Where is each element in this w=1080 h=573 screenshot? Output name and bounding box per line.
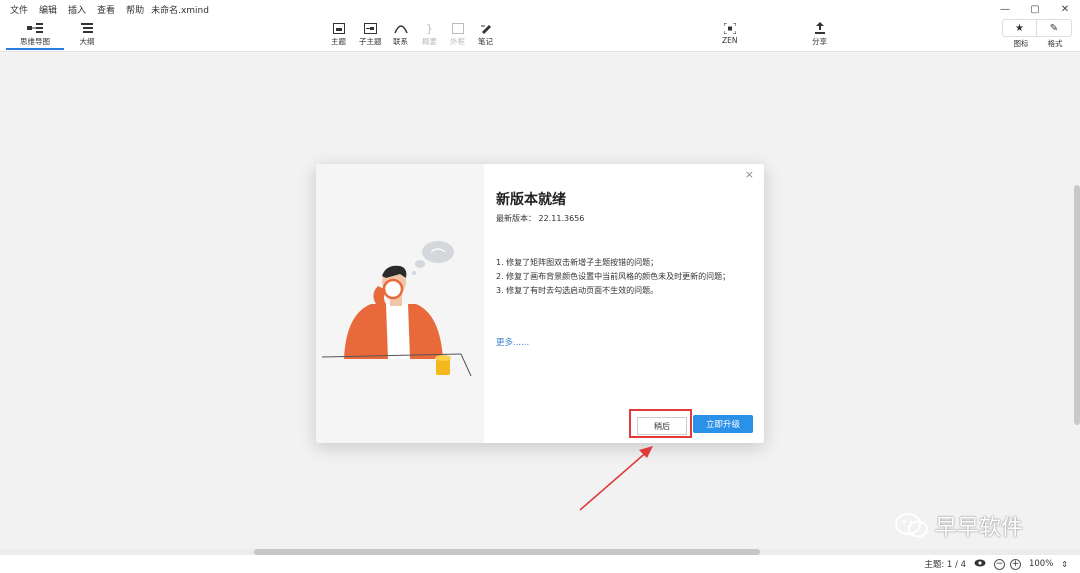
tab-mindmap[interactable]: 思维导图: [6, 20, 64, 50]
developer-illustration: [321, 241, 472, 377]
brush-icon: ✎: [1049, 22, 1059, 34]
menu-view[interactable]: 查看: [97, 3, 115, 16]
menu-insert[interactable]: 插入: [68, 3, 86, 16]
note-label: 笔记: [478, 37, 493, 46]
boundary-button[interactable]: 外框: [450, 20, 465, 47]
watermark-text: 早早软件: [935, 516, 1024, 541]
dialog-title: 新版本就绪: [496, 192, 566, 208]
zoom-level: 100%: [1028, 559, 1054, 569]
share-icon: [814, 20, 826, 36]
topic-button[interactable]: 主题: [331, 20, 346, 47]
mindmap-icon: [27, 20, 43, 36]
version-number: 22.11.3656: [538, 214, 585, 223]
topic-count: 主题: 1 / 4: [924, 560, 966, 570]
zen-label: ZEN: [722, 36, 738, 45]
title-bar: 文件 编辑 插入 查看 帮助 未命名.xmind — ▢ ✕: [0, 0, 1080, 18]
eye-icon: [974, 559, 986, 566]
share-button[interactable]: 分享: [812, 20, 827, 47]
update-dialog: × 新版本就绪 最新版本： 22.11.3656 1. 修复了矩阵图双击新增子主…: [316, 164, 764, 443]
visibility-toggle[interactable]: [974, 559, 986, 570]
subtopic-icon: [363, 20, 377, 36]
minimize-button[interactable]: —: [990, 0, 1020, 18]
version-line: 最新版本： 22.11.3656: [496, 213, 584, 224]
icons-panel-label: 图标: [1013, 39, 1029, 48]
format-panel-button[interactable]: ✎: [1037, 20, 1071, 36]
maximize-button[interactable]: ▢: [1020, 0, 1050, 18]
release-note-item: 2. 修复了画布背景颜色设置中当前风格的颜色未及时更新的问题；: [496, 272, 731, 281]
tab-outline-label: 大纲: [79, 37, 95, 46]
topic-label: 主题: [331, 37, 346, 46]
toolbar: 思维导图 大纲 主题 子主题 联系 } 概要 外框 笔记 ZEN 分享 ★ ✎ …: [0, 18, 1080, 52]
subtopic-button[interactable]: 子主题: [359, 20, 382, 47]
outline-icon: [81, 20, 93, 36]
menu-edit[interactable]: 编辑: [39, 3, 57, 16]
zoom-dropdown[interactable]: ⇕: [1061, 560, 1068, 569]
summary-icon: }: [426, 21, 433, 35]
menu-file[interactable]: 文件: [10, 3, 28, 16]
note-button[interactable]: 笔记: [478, 20, 493, 47]
icons-panel-button[interactable]: ★: [1003, 20, 1037, 36]
version-label: 最新版本：: [496, 214, 536, 223]
topic-icon: [332, 20, 345, 36]
menu-bar: 文件 编辑 插入 查看 帮助 未命名.xmind: [0, 3, 220, 16]
dialog-illustration-panel: [316, 164, 484, 443]
relationship-label: 联系: [393, 37, 408, 46]
share-label: 分享: [812, 37, 827, 46]
release-note-item: 3. 修复了有时去勾选启动页面不生效的问题。: [496, 286, 659, 295]
relationship-icon: [393, 20, 408, 36]
highlight-box: [629, 409, 692, 438]
annotation-arrow: [579, 446, 653, 511]
relationship-button[interactable]: 联系: [393, 20, 408, 47]
more-link[interactable]: 更多......: [496, 336, 529, 348]
menu-help[interactable]: 帮助: [126, 3, 144, 16]
boundary-icon: [451, 20, 464, 36]
dialog-close-button[interactable]: ×: [745, 168, 754, 181]
subtopic-label: 子主题: [359, 37, 382, 46]
format-panel-label: 格式: [1047, 39, 1063, 48]
zoom-out-button[interactable]: −: [993, 558, 1005, 570]
tab-outline[interactable]: 大纲: [58, 20, 116, 47]
vertical-scrollbar[interactable]: [1074, 185, 1080, 425]
tab-mindmap-label: 思维导图: [20, 37, 50, 46]
panel-toggle-group: ★ ✎: [1002, 19, 1072, 37]
release-notes: 1. 修复了矩阵图双击新增子主题按错的问题； 2. 修复了画布背景颜色设置中当前…: [496, 256, 746, 298]
zen-button[interactable]: ZEN: [722, 20, 738, 45]
upgrade-now-button[interactable]: 立即升级: [693, 415, 753, 433]
zen-icon: [723, 20, 736, 36]
summary-button[interactable]: } 概要: [422, 20, 437, 47]
close-window-button[interactable]: ✕: [1050, 0, 1080, 18]
zoom-in-button[interactable]: +: [1009, 558, 1021, 570]
watermark: 早早软件: [895, 510, 1023, 542]
wechat-icon: [895, 513, 928, 538]
summary-label: 概要: [422, 37, 437, 46]
release-note-item: 1. 修复了矩阵图双击新增子主题按错的问题；: [496, 258, 659, 267]
document-title: 未命名.xmind: [151, 5, 209, 16]
status-bar: 主题: 1 / 4 − + 100% ⇕: [0, 555, 1080, 573]
boundary-label: 外框: [450, 37, 465, 46]
note-icon: [480, 20, 492, 36]
star-icon: ★: [1015, 22, 1024, 34]
